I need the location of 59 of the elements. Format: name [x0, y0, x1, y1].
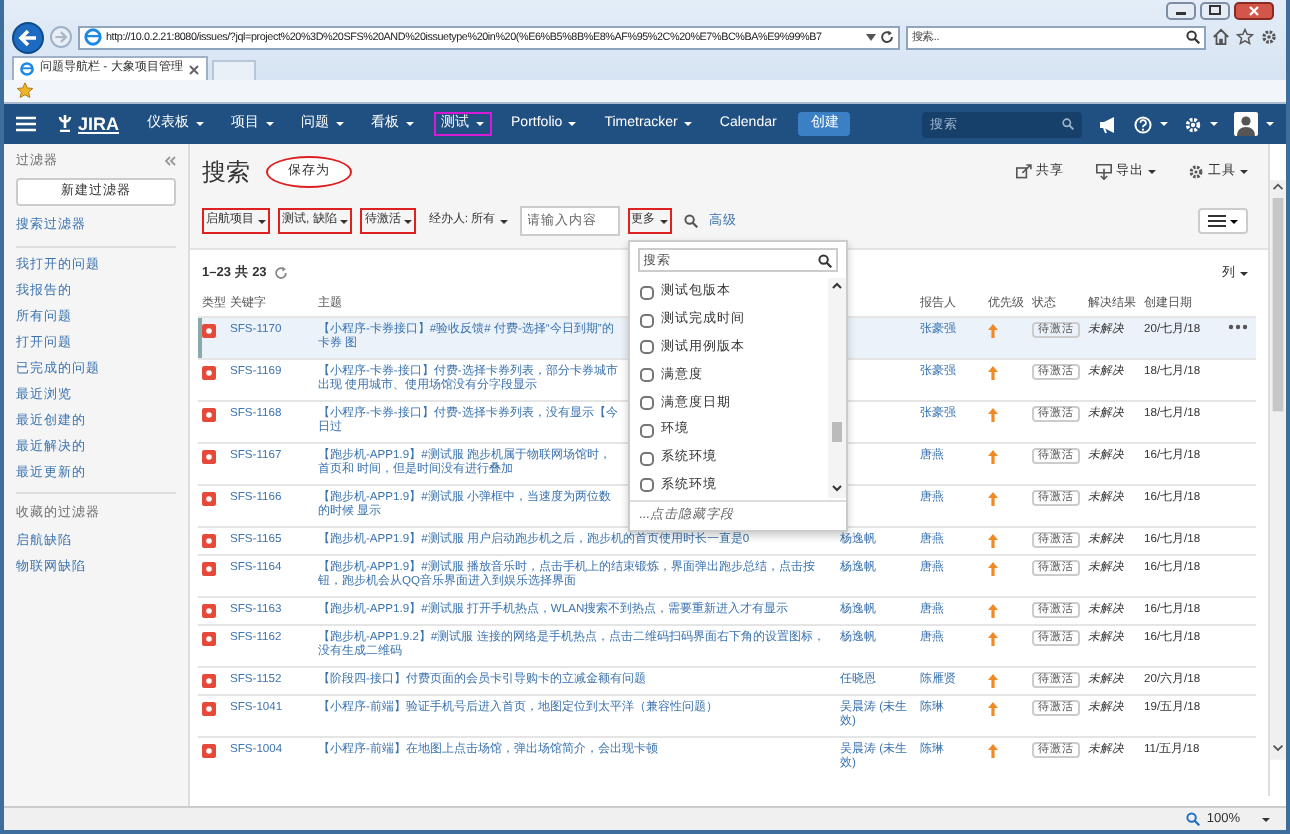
list-icon [1208, 214, 1226, 229]
maximize-icon[interactable] [1200, 2, 1230, 20]
search-icon [817, 253, 832, 268]
priority-arrow-icon [988, 491, 998, 506]
minimize-icon[interactable] [1166, 2, 1196, 20]
close-icon[interactable] [188, 63, 201, 75]
home-icon[interactable] [1212, 28, 1230, 46]
favorites-star-icon[interactable] [16, 82, 34, 100]
bug-icon [202, 491, 216, 506]
bug-icon [202, 407, 216, 422]
menu-icon[interactable] [16, 116, 36, 132]
bug-icon [202, 603, 216, 618]
jira-logo[interactable]: JIRA [52, 111, 126, 137]
bug-icon [202, 533, 216, 548]
star-icon[interactable] [1236, 28, 1254, 46]
bug-icon [202, 365, 216, 380]
checkbox[interactable] [639, 313, 654, 328]
help-icon[interactable] [1134, 115, 1152, 133]
checkbox[interactable] [639, 451, 654, 466]
checkbox[interactable] [639, 285, 654, 300]
back-button[interactable] [12, 21, 44, 53]
priority-arrow-icon [988, 743, 998, 758]
bug-icon [202, 631, 216, 646]
browser-logo-icon [84, 28, 102, 46]
checkbox[interactable] [639, 368, 654, 383]
jira-icon [58, 114, 72, 133]
bug-icon [202, 701, 216, 716]
forward-arrow-icon [54, 30, 68, 44]
refresh-icon[interactable] [880, 30, 894, 44]
priority-arrow-icon [988, 323, 998, 338]
zoom-icon [1186, 812, 1201, 826]
checkbox[interactable] [639, 478, 654, 493]
checkbox[interactable] [639, 395, 654, 410]
priority-arrow-icon [988, 449, 998, 464]
bug-icon [202, 561, 216, 576]
export-icon [1096, 163, 1112, 180]
view-options-button[interactable] [1198, 208, 1248, 235]
page-title: 搜索 [202, 157, 250, 187]
checkbox[interactable] [639, 340, 654, 355]
bug-icon [202, 449, 216, 464]
search-icon[interactable] [1186, 30, 1200, 44]
bug-icon [202, 323, 216, 338]
search-icon [683, 214, 698, 229]
priority-arrow-icon [988, 407, 998, 422]
close-icon[interactable] [1234, 2, 1274, 20]
bug-icon [202, 743, 216, 758]
priority-arrow-icon [988, 365, 998, 380]
share-icon [1016, 163, 1032, 180]
megaphone-icon[interactable] [1098, 115, 1118, 133]
browser-logo-icon [20, 62, 34, 76]
more-icon[interactable] [1228, 323, 1248, 330]
settings-icon[interactable] [1260, 28, 1278, 46]
dropdown-icon[interactable] [866, 33, 876, 41]
checkbox[interactable] [639, 423, 654, 438]
bug-icon [202, 673, 216, 688]
gear-icon [1188, 163, 1204, 180]
collapse-icon[interactable] [164, 156, 176, 167]
avatar-icon[interactable] [1234, 112, 1258, 136]
back-arrow-icon [18, 27, 38, 47]
